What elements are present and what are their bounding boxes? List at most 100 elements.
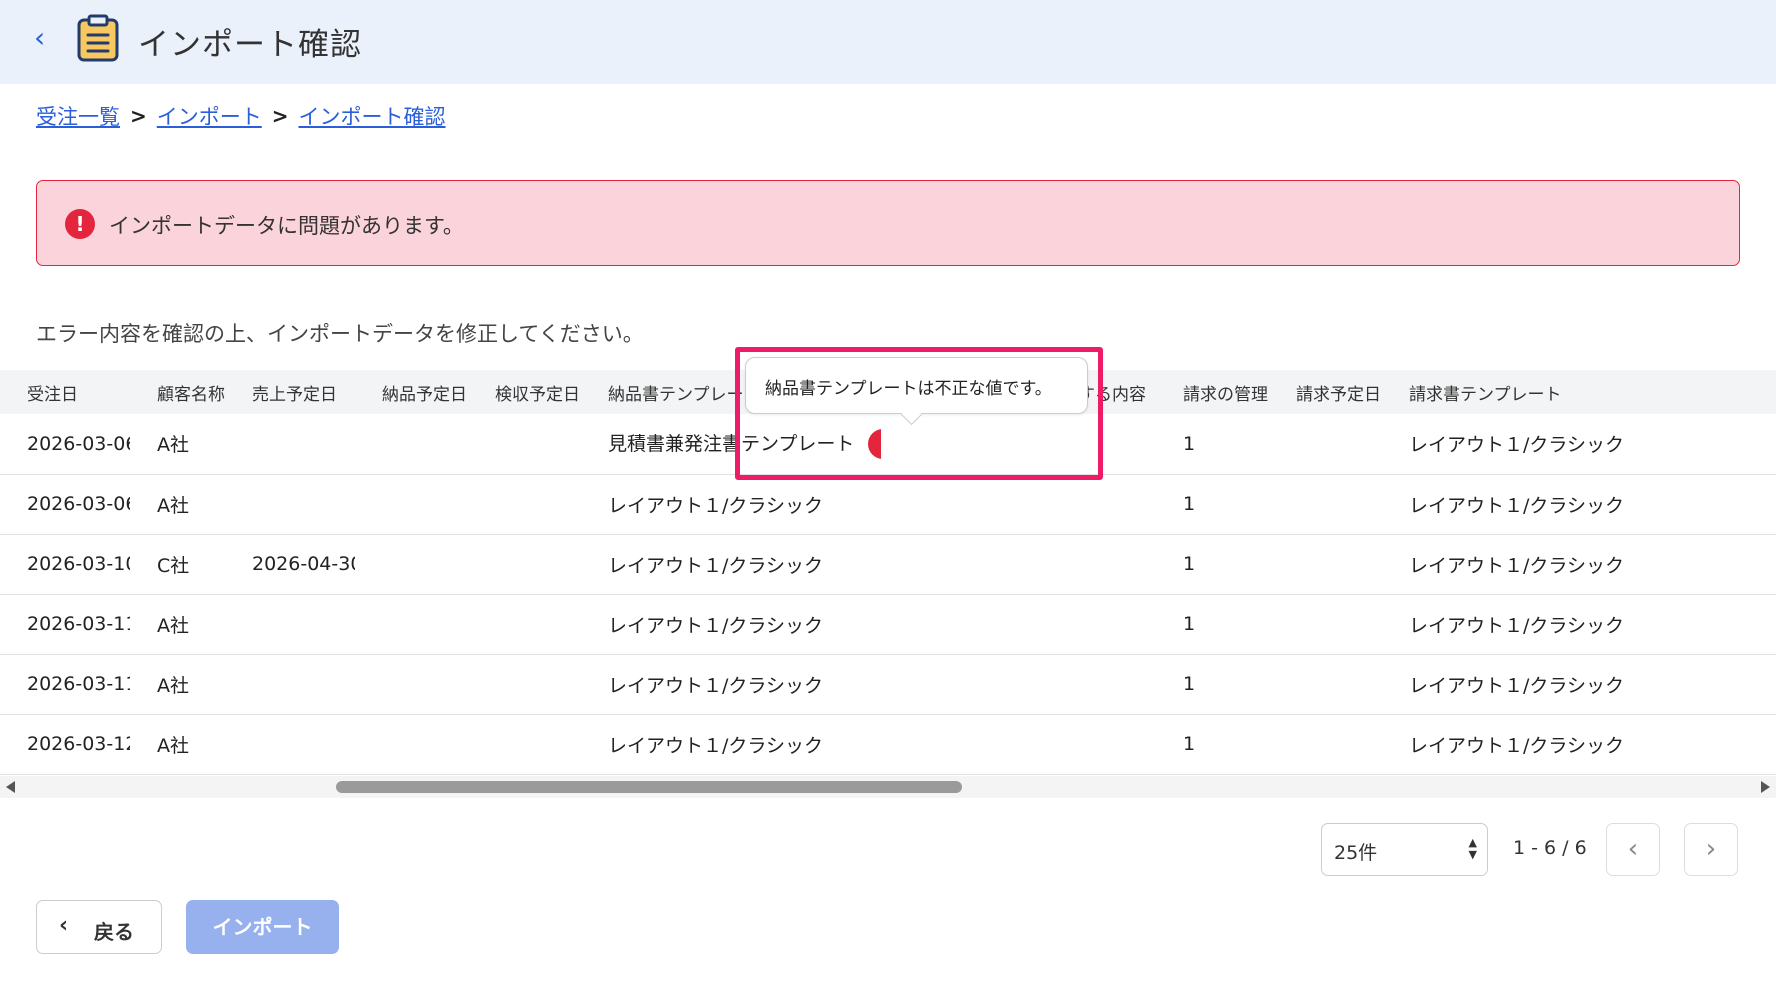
table-cell bbox=[881, 474, 1156, 534]
table-cell: レイアウト１/クラシック bbox=[608, 614, 824, 637]
table-cell: レイアウト１/クラシック bbox=[1409, 614, 1625, 637]
breadcrumb-order-list[interactable]: 受注一覧 bbox=[36, 101, 120, 131]
error-icon: ! bbox=[65, 209, 95, 239]
horizontal-scrollbar[interactable] bbox=[0, 776, 1776, 798]
table-cell: レイアウト１/クラシック bbox=[1409, 674, 1625, 697]
page-size-select[interactable]: 25件 ▲ ▼ bbox=[1321, 823, 1488, 876]
error-alert: ! インポートデータに問題があります。 bbox=[36, 180, 1740, 266]
table-cell bbox=[355, 414, 468, 474]
chevron-left-icon: ‹ bbox=[1627, 834, 1639, 864]
cell-value: 見積書兼発注書テンプレート bbox=[608, 432, 855, 455]
column-header-customer-name[interactable]: 顧客名称 bbox=[130, 370, 225, 414]
page-header: ‹ インポート確認 bbox=[0, 0, 1776, 84]
table-cell bbox=[355, 714, 468, 774]
table-cell: C社 bbox=[157, 554, 190, 577]
table-cell bbox=[468, 414, 581, 474]
table-cell: 2026-03-11 bbox=[27, 613, 130, 635]
scroll-right-arrow-icon[interactable] bbox=[1761, 781, 1770, 793]
table-cell: レイアウト１/クラシック bbox=[1409, 554, 1625, 577]
table-cell bbox=[468, 654, 581, 714]
table-row: 2026-03-12 A社 レイアウト１/クラシック 1 レイアウト１/クラシッ… bbox=[0, 714, 1776, 774]
table-cell: 1 bbox=[1183, 673, 1196, 695]
breadcrumb-import[interactable]: インポート bbox=[157, 101, 262, 131]
column-header-order-date[interactable]: 受注日 bbox=[0, 370, 130, 414]
error-tooltip: 納品書テンプレートは不正な値です。 bbox=[745, 357, 1088, 414]
back-button[interactable]: ‹ 戻る bbox=[36, 900, 162, 954]
table-cell: 2026-03-11 bbox=[27, 673, 130, 695]
table-cell bbox=[225, 474, 355, 534]
table-cell: 2026-03-06 bbox=[27, 493, 130, 515]
table-cell: A社 bbox=[157, 674, 189, 697]
table-cell bbox=[881, 714, 1156, 774]
table-cell bbox=[881, 534, 1156, 594]
breadcrumb-separator-icon: > bbox=[130, 104, 147, 128]
table-cell: 1 bbox=[1183, 493, 1196, 515]
import-data-table: 受注日 顧客名称 売上予定日 納品予定日 検収予定日 納品書テンプレート 納品書… bbox=[0, 370, 1776, 775]
table-cell: レイアウト１/クラシック bbox=[608, 554, 824, 577]
scroll-left-arrow-icon[interactable] bbox=[6, 781, 15, 793]
table-cell: 2026-03-12 bbox=[27, 733, 130, 755]
chevron-left-icon: ‹ bbox=[59, 913, 69, 938]
error-icon[interactable]: ! bbox=[868, 429, 881, 459]
prev-page-button[interactable]: ‹ bbox=[1606, 823, 1660, 876]
column-header-sales-date[interactable]: 売上予定日 bbox=[225, 370, 355, 414]
table-cell bbox=[355, 654, 468, 714]
chevron-right-icon: › bbox=[1705, 834, 1717, 864]
column-header-billing-date[interactable]: 請求予定日 bbox=[1269, 370, 1382, 414]
table-cell: A社 bbox=[157, 734, 189, 757]
table-cell bbox=[881, 594, 1156, 654]
table-cell bbox=[225, 414, 355, 474]
table-cell bbox=[468, 594, 581, 654]
table-cell bbox=[1269, 534, 1382, 594]
table-cell: A社 bbox=[157, 614, 189, 637]
scrollbar-thumb[interactable] bbox=[336, 781, 962, 793]
table-cell: レイアウト１/クラシック bbox=[1409, 434, 1625, 457]
table-row: 2026-03-06 A社 レイアウト１/クラシック 1 レイアウト１/クラシッ… bbox=[0, 474, 1776, 534]
table-row: 2026-03-11 A社 レイアウト１/クラシック 1 レイアウト１/クラシッ… bbox=[0, 594, 1776, 654]
table-cell: レイアウト１/クラシック bbox=[608, 734, 824, 757]
table-cell bbox=[355, 474, 468, 534]
table-cell bbox=[225, 714, 355, 774]
table-cell: 2026-03-10 bbox=[27, 553, 130, 575]
table-cell: レイアウト１/クラシック bbox=[608, 674, 824, 697]
back-chevron-icon[interactable]: ‹ bbox=[34, 24, 54, 52]
back-button-label: 戻る bbox=[94, 920, 134, 944]
page-range-text: 1 - 6 / 6 bbox=[1513, 837, 1587, 859]
table-cell: 1 bbox=[1183, 613, 1196, 635]
column-header-inspection-date[interactable]: 検収予定日 bbox=[468, 370, 581, 414]
column-header-billing-management[interactable]: 請求の管理 bbox=[1156, 370, 1269, 414]
table-cell: レイアウト１/クラシック bbox=[1409, 734, 1625, 757]
table-cell bbox=[1269, 594, 1382, 654]
table-cell: 1 bbox=[1183, 432, 1196, 455]
table-cell bbox=[1269, 714, 1382, 774]
table-cell: 1 bbox=[1183, 553, 1196, 575]
table-cell-error: 見積書兼発注書テンプレート! bbox=[581, 414, 881, 474]
table-cell bbox=[468, 534, 581, 594]
table-row: 2026-03-10 C社 2026-04-30 レイアウト１/クラシック 1 … bbox=[0, 534, 1776, 594]
table-row: 2026-03-06 A社 見積書兼発注書テンプレート! 1 レイアウト１/クラ… bbox=[0, 414, 1776, 474]
alert-message: インポートデータに問題があります。 bbox=[109, 214, 464, 238]
table-cell: 2026-03-06 bbox=[27, 432, 130, 455]
table-cell bbox=[355, 594, 468, 654]
column-header-invoice-template[interactable]: 請求書テンプレート bbox=[1382, 370, 1776, 414]
table-cell bbox=[881, 654, 1156, 714]
instruction-text: エラー内容を確認の上、インポートデータを修正してください。 bbox=[36, 322, 644, 346]
table-cell bbox=[1269, 474, 1382, 534]
column-header-delivery-date[interactable]: 納品予定日 bbox=[355, 370, 468, 414]
table-row: 2026-03-11 A社 レイアウト１/クラシック 1 レイアウト１/クラシッ… bbox=[0, 654, 1776, 714]
table-cell: 1 bbox=[1183, 733, 1196, 755]
breadcrumb-import-confirm[interactable]: インポート確認 bbox=[299, 101, 446, 131]
breadcrumb: 受注一覧 > インポート > インポート確認 bbox=[36, 101, 446, 131]
clipboard-icon bbox=[77, 14, 119, 62]
table-cell: レイアウト１/クラシック bbox=[608, 494, 824, 517]
next-page-button[interactable]: › bbox=[1684, 823, 1738, 876]
table-cell bbox=[355, 534, 468, 594]
table-cell bbox=[468, 714, 581, 774]
import-button[interactable]: インポート bbox=[186, 900, 339, 954]
table-cell: 2026-04-30 bbox=[252, 553, 355, 575]
table-cell: レイアウト１/クラシック bbox=[1409, 494, 1625, 517]
table-cell: A社 bbox=[157, 434, 189, 457]
table-cell bbox=[1269, 414, 1382, 474]
page-title: インポート確認 bbox=[138, 27, 362, 63]
table-cell bbox=[468, 474, 581, 534]
